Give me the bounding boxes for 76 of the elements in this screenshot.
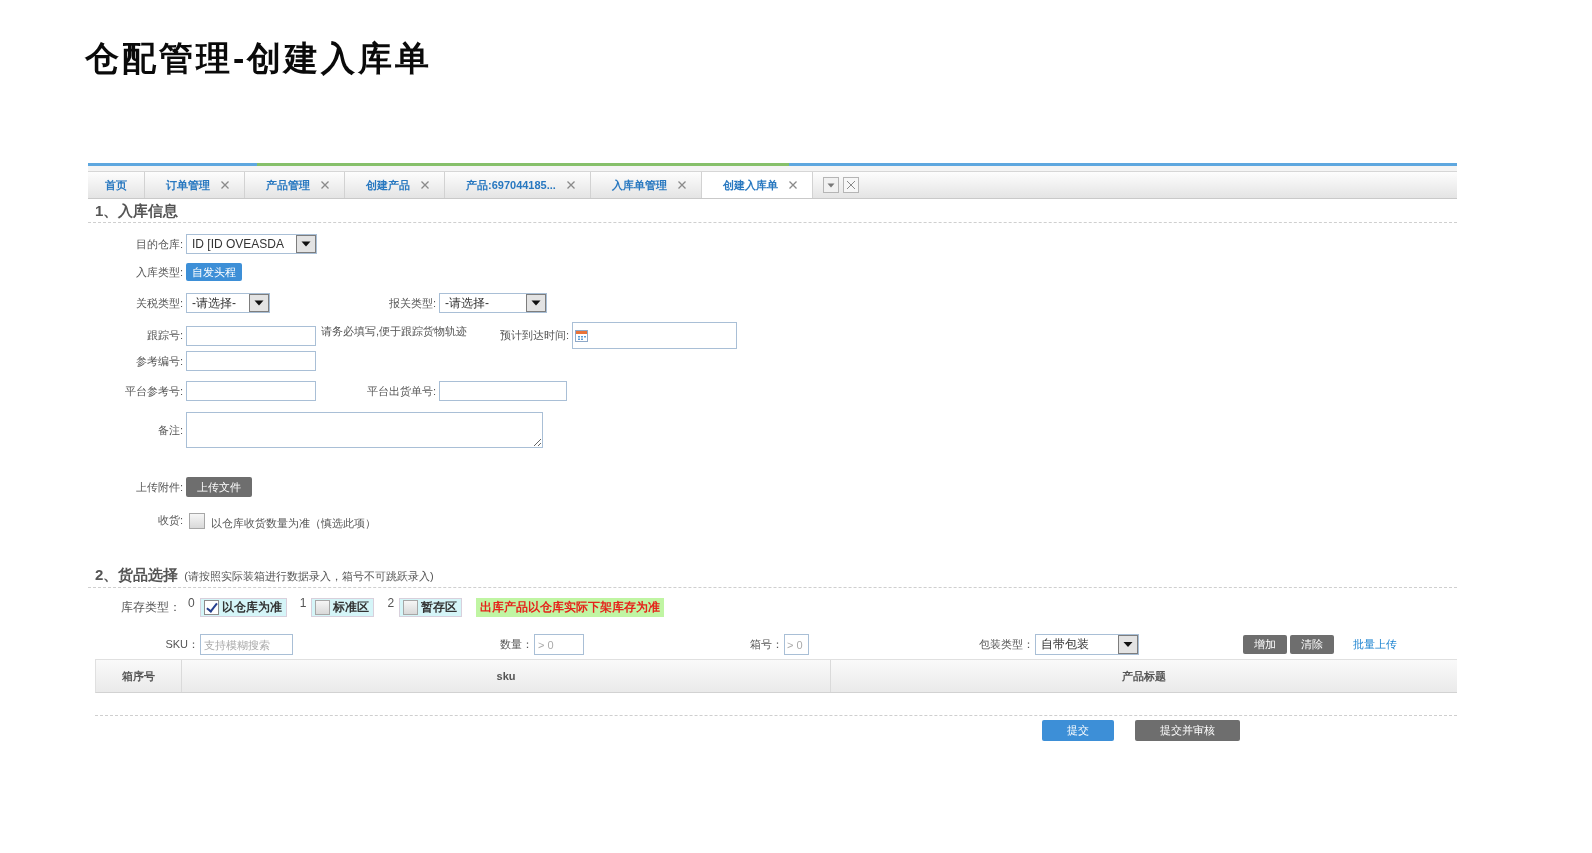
tab[interactable]: 创建入库单 [701, 172, 813, 198]
field-label: 入库类型: [134, 264, 183, 280]
field-label: 库存类型： [121, 599, 181, 616]
field-label: 报关类型: [387, 295, 436, 311]
checkbox[interactable] [315, 600, 331, 615]
field-hint: 请务必填写,便于跟踪货物轨迹 [321, 323, 468, 339]
checkbox-label: 以仓库收货数量为准（慎选此项） [211, 516, 376, 531]
option-index: 2 [387, 596, 395, 610]
close-icon[interactable] [842, 177, 859, 193]
field-label: 目的仓库: [134, 236, 183, 252]
field-label: 关税类型: [134, 295, 183, 311]
field-label: 预计到达时间: [499, 328, 570, 343]
text-input[interactable]: 支持模糊搜索 [200, 634, 293, 655]
text-input[interactable] [186, 351, 316, 371]
dropdown[interactable]: -请选择- [439, 293, 547, 313]
tab[interactable]: 产品:697044185... [445, 172, 591, 198]
close-icon[interactable] [321, 181, 329, 189]
text-input[interactable]: > 0 [534, 634, 584, 655]
link[interactable]: 批量上传 [1353, 637, 1397, 652]
close-icon[interactable] [421, 181, 429, 189]
field-label: 跟踪号: [145, 328, 183, 343]
field-label: 平台出货单号: [365, 383, 436, 399]
dropdown[interactable]: -请选择- [186, 293, 270, 313]
upload-button[interactable]: 上传文件 [186, 477, 252, 497]
action-button[interactable]: 清除 [1290, 635, 1334, 654]
dropdown[interactable]: ID [ID OVEASDA [186, 234, 317, 254]
field-label: 数量： [500, 637, 533, 652]
caret-icon[interactable] [1118, 635, 1138, 654]
close-icon[interactable] [221, 181, 229, 189]
text-input[interactable] [439, 381, 567, 401]
tab[interactable]: 首页 [88, 172, 145, 198]
section-note: (请按照实际装箱进行数据录入，箱号不可跳跃录入) [184, 569, 434, 584]
field-label: 平台参考号: [123, 383, 183, 399]
submit-button[interactable]: 提交 [1042, 720, 1114, 741]
field-label: 箱号： [750, 637, 783, 652]
section-title: 1、入库信息 [95, 201, 179, 221]
tab[interactable]: 订单管理 [145, 172, 245, 198]
option-index: 0 [188, 596, 195, 610]
field-label: 收货: [156, 513, 183, 528]
column-header: sku [182, 660, 831, 692]
column-header: 产品标题 [1121, 668, 1167, 684]
field-label: 包装类型： [979, 637, 1034, 652]
textarea-field[interactable] [186, 412, 543, 448]
text-input[interactable]: > 0 [784, 634, 809, 655]
tab[interactable]: 入库单管理 [590, 172, 702, 198]
action-button[interactable]: 增加 [1243, 635, 1287, 654]
field-label: 备注: [156, 422, 183, 438]
checkbox[interactable] [203, 600, 219, 615]
submit-button[interactable]: 提交并审核 [1135, 720, 1240, 741]
column-header: 箱序号 [96, 660, 182, 692]
caret-icon[interactable] [296, 235, 316, 253]
page-title: 仓配管理-创建入库单 [85, 38, 433, 79]
field-label: SKU： [165, 637, 199, 652]
text-input[interactable] [186, 325, 316, 346]
checkbox[interactable] [403, 600, 419, 615]
caret-icon[interactable] [526, 294, 546, 312]
field-label: 上传附件: [134, 479, 183, 495]
checkbox[interactable] [189, 512, 205, 529]
tab[interactable]: 产品管理 [245, 172, 345, 198]
calendar-icon[interactable] [575, 329, 589, 342]
stock-type-option[interactable]: 暂存区 [399, 598, 463, 617]
caret-icon[interactable] [249, 294, 269, 312]
date-input[interactable] [572, 322, 738, 349]
stock-type-option[interactable]: 标准区 [311, 598, 375, 617]
option-index: 1 [299, 596, 307, 610]
tab[interactable]: 创建产品 [345, 172, 445, 198]
close-icon[interactable] [566, 181, 575, 189]
close-icon[interactable] [788, 181, 797, 189]
notice-label: 出库产品以仓库实际下架库存为准 [476, 598, 665, 617]
dropdown[interactable]: 自带包装 [1035, 634, 1139, 655]
option-button[interactable]: 自发头程 [186, 263, 242, 281]
field-label: 参考编号: [134, 353, 183, 369]
text-input[interactable] [186, 381, 316, 401]
close-icon[interactable] [677, 181, 686, 189]
stock-type-option[interactable]: 以仓库为准 [199, 598, 287, 617]
section-title: 2、货品选择 [95, 565, 179, 585]
